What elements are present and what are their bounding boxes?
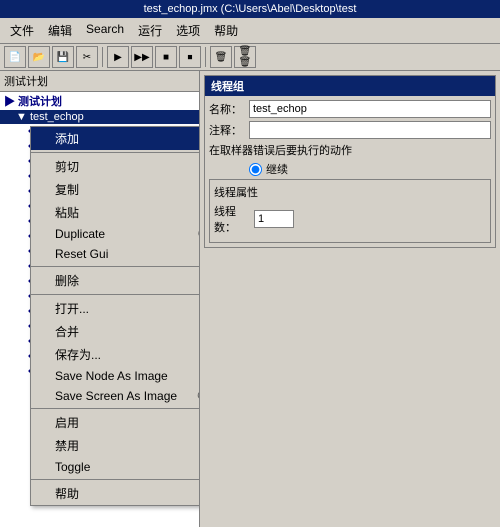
toolbar-new[interactable]: 📄 bbox=[4, 46, 26, 68]
toolbar-shutdown[interactable]: ⏹ bbox=[179, 46, 201, 68]
title-bar: test_echop.jmx (C:\Users\Abel\Desktop\te… bbox=[0, 0, 500, 18]
menu-edit[interactable]: 编辑 bbox=[42, 20, 78, 41]
toolbar: 📄 📂 💾 ✂ ▶ ▶▶ ■ ⏹ 🗑 🗑🗑 bbox=[0, 44, 500, 71]
thread-count-row: 线程数： bbox=[214, 203, 486, 235]
ctx-merge[interactable]: 合并 bbox=[31, 320, 200, 343]
main-area: 测试计划 ▶ 测试计划▼ test_echop⬥ 1reg gif⬥ 1_7.g… bbox=[0, 71, 500, 527]
ctx-sep1 bbox=[31, 152, 200, 153]
continue-radio-row: 继续 bbox=[249, 161, 491, 177]
menu-bar: 文件 编辑 Search 运行 选项 帮助 bbox=[0, 18, 500, 44]
ctx-paste[interactable]: 粘贴 Ctrl+V bbox=[31, 201, 200, 224]
toolbar-start[interactable]: ▶ bbox=[107, 46, 129, 68]
menu-options[interactable]: 选项 bbox=[170, 20, 206, 41]
continue-radio[interactable] bbox=[249, 163, 262, 176]
error-action-desc: 在取样器错误后要执行的动作 bbox=[209, 142, 491, 158]
right-panel: 线程组 名称： 注释： 在取样器错误后要执行的动作 继续 线程属性 bbox=[200, 71, 500, 527]
thread-props: 线程属性 线程数： bbox=[209, 179, 491, 243]
ctx-add-label: 添加 bbox=[55, 130, 79, 147]
context-menu-overlay: 添加 ▶ 逻辑控制器 ▶ 配置元件 ▶ 定时器 bbox=[0, 71, 199, 527]
menu-help[interactable]: 帮助 bbox=[208, 20, 244, 41]
thread-group-panel: 线程组 名称： 注释： 在取样器错误后要执行的动作 继续 线程属性 bbox=[204, 75, 496, 248]
menu-file[interactable]: 文件 bbox=[4, 20, 40, 41]
toolbar-sep1 bbox=[102, 47, 103, 67]
ctx-sep5 bbox=[31, 479, 200, 480]
ctx-sep3 bbox=[31, 294, 200, 295]
ctx-enable[interactable]: 启用 bbox=[31, 411, 200, 434]
name-input[interactable] bbox=[249, 100, 491, 118]
comment-row: 注释： bbox=[209, 121, 491, 139]
menu-run[interactable]: 运行 bbox=[132, 20, 168, 41]
title-text: test_echop.jmx (C:\Users\Abel\Desktop\te… bbox=[144, 3, 357, 15]
toolbar-clear-all[interactable]: 🗑🗑 bbox=[234, 46, 256, 68]
ctx-copy[interactable]: 复制 Ctrl+C bbox=[31, 178, 200, 201]
ctx-save-as[interactable]: 保存为... bbox=[31, 343, 200, 366]
toolbar-open[interactable]: 📂 bbox=[28, 46, 50, 68]
thread-count-label: 线程数： bbox=[214, 203, 254, 235]
comment-input[interactable] bbox=[249, 121, 491, 139]
ctx-cut[interactable]: 剪切 Ctrl+X bbox=[31, 155, 200, 178]
toolbar-start-no-pause[interactable]: ▶▶ bbox=[131, 46, 153, 68]
menu-search[interactable]: Search bbox=[80, 20, 130, 41]
ctx-help[interactable]: 帮助 bbox=[31, 482, 200, 505]
ctx-save-node-image[interactable]: Save Node As Image Ctrl+G bbox=[31, 366, 200, 386]
ctx-add[interactable]: 添加 ▶ 逻辑控制器 ▶ 配置元件 ▶ 定时器 bbox=[31, 127, 200, 150]
ctx-sep2 bbox=[31, 266, 200, 267]
name-row: 名称： bbox=[209, 100, 491, 118]
toolbar-sep2 bbox=[205, 47, 206, 67]
continue-label: 继续 bbox=[266, 161, 288, 177]
left-panel: 测试计划 ▶ 测试计划▼ test_echop⬥ 1reg gif⬥ 1_7.g… bbox=[0, 71, 200, 527]
context-menu: 添加 ▶ 逻辑控制器 ▶ 配置元件 ▶ 定时器 bbox=[30, 126, 200, 506]
ctx-duplicate[interactable]: Duplicate Ctrl+Shift+C bbox=[31, 224, 200, 244]
toolbar-cut[interactable]: ✂ bbox=[76, 46, 98, 68]
ctx-toggle[interactable]: Toggle Ctrl+T bbox=[31, 457, 200, 477]
thread-count-input[interactable] bbox=[254, 210, 294, 228]
ctx-save-screen-image[interactable]: Save Screen As Image Ctrl+Shift+G bbox=[31, 386, 200, 406]
ctx-open[interactable]: 打开... bbox=[31, 297, 200, 320]
ctx-sep4 bbox=[31, 408, 200, 409]
ctx-reset-gui[interactable]: Reset Gui bbox=[31, 244, 200, 264]
ctx-disable[interactable]: 禁用 bbox=[31, 434, 200, 457]
thread-group-content: 名称： 注释： 在取样器错误后要执行的动作 继续 线程属性 线程数： bbox=[205, 96, 495, 247]
toolbar-clear[interactable]: 🗑 bbox=[210, 46, 232, 68]
name-label: 名称： bbox=[209, 101, 249, 117]
thread-props-title: 线程属性 bbox=[214, 184, 486, 200]
toolbar-stop[interactable]: ■ bbox=[155, 46, 177, 68]
thread-group-title: 线程组 bbox=[205, 76, 495, 96]
ctx-delete[interactable]: 删除 Delete bbox=[31, 269, 200, 292]
toolbar-save[interactable]: 💾 bbox=[52, 46, 74, 68]
comment-label: 注释： bbox=[209, 122, 249, 138]
